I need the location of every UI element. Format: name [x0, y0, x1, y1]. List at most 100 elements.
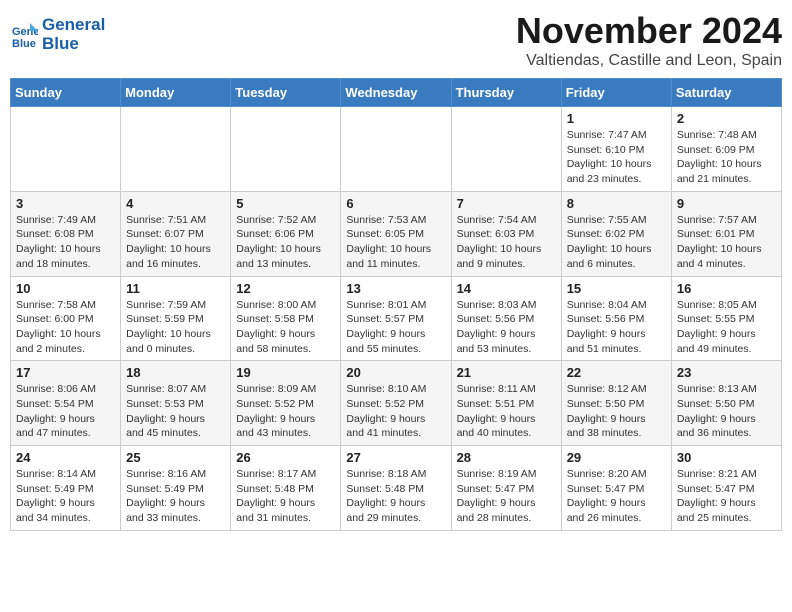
- calendar-cell: 10Sunrise: 7:58 AM Sunset: 6:00 PM Dayli…: [11, 276, 121, 361]
- day-number: 4: [126, 196, 225, 211]
- calendar-cell: 5 Sunrise: 7:52 AM Sunset: 6:06 PM Daylig…: [231, 191, 341, 276]
- month-title: November 2024: [516, 10, 782, 52]
- weekday-header-sunday: Sunday: [11, 79, 121, 107]
- calendar-week-row: 17 Sunrise: 8:06 AM Sunset: 5:54 PM Dayli…: [11, 361, 782, 446]
- day-number: 20: [346, 365, 445, 380]
- day-number: 17: [16, 365, 115, 380]
- calendar-cell: 15 Sunrise: 8:04 AM Sunset: 5:56 PM Dayli…: [561, 276, 671, 361]
- calendar-cell: 6Sunrise: 7:53 AM Sunset: 6:05 PM Daylig…: [341, 191, 451, 276]
- calendar-cell: 30 Sunrise: 8:21 AM Sunset: 5:47 PM Dayli…: [671, 446, 781, 531]
- weekday-header-tuesday: Tuesday: [231, 79, 341, 107]
- day-info: Sunrise: 7:57 AM Sunset: 6:01 PM Dayligh…: [677, 213, 776, 272]
- calendar-cell: [11, 107, 121, 192]
- calendar-table: SundayMondayTuesdayWednesdayThursdayFrid…: [10, 78, 782, 531]
- page-header: General Blue General Blue November 2024 …: [10, 10, 782, 70]
- calendar-cell: 11 Sunrise: 7:59 AM Sunset: 5:59 PM Dayli…: [121, 276, 231, 361]
- location: Valtiendas, Castille and Leon, Spain: [516, 52, 782, 70]
- day-info: Sunrise: 8:11 AM Sunset: 5:51 PM Dayligh…: [457, 382, 556, 441]
- calendar-week-row: 24 Sunrise: 8:14 AM Sunset: 5:49 PM Dayli…: [11, 446, 782, 531]
- day-number: 18: [126, 365, 225, 380]
- day-number: 30: [677, 450, 776, 465]
- day-info: Sunrise: 7:47 AM Sunset: 6:10 PM Dayligh…: [567, 128, 666, 187]
- day-number: 26: [236, 450, 335, 465]
- day-number: 14: [457, 281, 556, 296]
- calendar-cell: [231, 107, 341, 192]
- weekday-header-thursday: Thursday: [451, 79, 561, 107]
- day-number: 1: [567, 111, 666, 126]
- day-info: Sunrise: 7:52 AM Sunset: 6:06 PM Dayligh…: [236, 213, 335, 272]
- day-info: Sunrise: 8:21 AM Sunset: 5:47 PM Dayligh…: [677, 467, 776, 526]
- calendar-cell: 25Sunrise: 8:16 AM Sunset: 5:49 PM Dayli…: [121, 446, 231, 531]
- day-info: Sunrise: 8:13 AM Sunset: 5:50 PM Dayligh…: [677, 382, 776, 441]
- day-number: 22: [567, 365, 666, 380]
- logo-line1: General: [42, 16, 105, 35]
- calendar-cell: 2 Sunrise: 7:48 AM Sunset: 6:09 PM Daylig…: [671, 107, 781, 192]
- day-number: 3: [16, 196, 115, 211]
- calendar-week-row: 10Sunrise: 7:58 AM Sunset: 6:00 PM Dayli…: [11, 276, 782, 361]
- day-info: Sunrise: 8:19 AM Sunset: 5:47 PM Dayligh…: [457, 467, 556, 526]
- calendar-cell: 17 Sunrise: 8:06 AM Sunset: 5:54 PM Dayli…: [11, 361, 121, 446]
- day-number: 28: [457, 450, 556, 465]
- day-info: Sunrise: 8:06 AM Sunset: 5:54 PM Dayligh…: [16, 382, 115, 441]
- day-info: Sunrise: 7:59 AM Sunset: 5:59 PM Dayligh…: [126, 298, 225, 357]
- day-number: 21: [457, 365, 556, 380]
- calendar-cell: 20Sunrise: 8:10 AM Sunset: 5:52 PM Dayli…: [341, 361, 451, 446]
- day-number: 5: [236, 196, 335, 211]
- day-info: Sunrise: 8:03 AM Sunset: 5:56 PM Dayligh…: [457, 298, 556, 357]
- calendar-cell: 1 Sunrise: 7:47 AM Sunset: 6:10 PM Daylig…: [561, 107, 671, 192]
- day-number: 29: [567, 450, 666, 465]
- day-number: 12: [236, 281, 335, 296]
- calendar-cell: 21 Sunrise: 8:11 AM Sunset: 5:51 PM Dayli…: [451, 361, 561, 446]
- calendar-cell: 16Sunrise: 8:05 AM Sunset: 5:55 PM Dayli…: [671, 276, 781, 361]
- day-number: 13: [346, 281, 445, 296]
- weekday-header-monday: Monday: [121, 79, 231, 107]
- day-info: Sunrise: 7:48 AM Sunset: 6:09 PM Dayligh…: [677, 128, 776, 187]
- calendar-cell: [121, 107, 231, 192]
- logo-icon: General Blue: [10, 21, 38, 49]
- day-info: Sunrise: 8:09 AM Sunset: 5:52 PM Dayligh…: [236, 382, 335, 441]
- day-info: Sunrise: 7:49 AM Sunset: 6:08 PM Dayligh…: [16, 213, 115, 272]
- calendar-cell: 23Sunrise: 8:13 AM Sunset: 5:50 PM Dayli…: [671, 361, 781, 446]
- day-number: 9: [677, 196, 776, 211]
- day-info: Sunrise: 7:53 AM Sunset: 6:05 PM Dayligh…: [346, 213, 445, 272]
- calendar-cell: 26Sunrise: 8:17 AM Sunset: 5:48 PM Dayli…: [231, 446, 341, 531]
- calendar-cell: 24 Sunrise: 8:14 AM Sunset: 5:49 PM Dayli…: [11, 446, 121, 531]
- day-info: Sunrise: 8:05 AM Sunset: 5:55 PM Dayligh…: [677, 298, 776, 357]
- day-info: Sunrise: 8:20 AM Sunset: 5:47 PM Dayligh…: [567, 467, 666, 526]
- weekday-header-saturday: Saturday: [671, 79, 781, 107]
- calendar-cell: 3 Sunrise: 7:49 AM Sunset: 6:08 PM Daylig…: [11, 191, 121, 276]
- day-info: Sunrise: 8:12 AM Sunset: 5:50 PM Dayligh…: [567, 382, 666, 441]
- calendar-cell: 28 Sunrise: 8:19 AM Sunset: 5:47 PM Dayli…: [451, 446, 561, 531]
- weekday-header-row: SundayMondayTuesdayWednesdayThursdayFrid…: [11, 79, 782, 107]
- day-info: Sunrise: 8:04 AM Sunset: 5:56 PM Dayligh…: [567, 298, 666, 357]
- day-number: 19: [236, 365, 335, 380]
- calendar-cell: 19 Sunrise: 8:09 AM Sunset: 5:52 PM Dayli…: [231, 361, 341, 446]
- day-number: 2: [677, 111, 776, 126]
- day-info: Sunrise: 7:58 AM Sunset: 6:00 PM Dayligh…: [16, 298, 115, 357]
- calendar-cell: 13 Sunrise: 8:01 AM Sunset: 5:57 PM Dayli…: [341, 276, 451, 361]
- calendar-cell: 29 Sunrise: 8:20 AM Sunset: 5:47 PM Dayli…: [561, 446, 671, 531]
- calendar-cell: 8 Sunrise: 7:55 AM Sunset: 6:02 PM Daylig…: [561, 191, 671, 276]
- calendar-cell: 27Sunrise: 8:18 AM Sunset: 5:48 PM Dayli…: [341, 446, 451, 531]
- calendar-week-row: 1 Sunrise: 7:47 AM Sunset: 6:10 PM Daylig…: [11, 107, 782, 192]
- weekday-header-wednesday: Wednesday: [341, 79, 451, 107]
- calendar-cell: [451, 107, 561, 192]
- day-number: 15: [567, 281, 666, 296]
- day-info: Sunrise: 8:14 AM Sunset: 5:49 PM Dayligh…: [16, 467, 115, 526]
- day-info: Sunrise: 7:55 AM Sunset: 6:02 PM Dayligh…: [567, 213, 666, 272]
- day-number: 24: [16, 450, 115, 465]
- calendar-cell: 4Sunrise: 7:51 AM Sunset: 6:07 PM Daylig…: [121, 191, 231, 276]
- day-info: Sunrise: 7:54 AM Sunset: 6:03 PM Dayligh…: [457, 213, 556, 272]
- day-number: 11: [126, 281, 225, 296]
- logo-line2: Blue: [42, 35, 105, 54]
- calendar-cell: 7Sunrise: 7:54 AM Sunset: 6:03 PM Daylig…: [451, 191, 561, 276]
- day-number: 25: [126, 450, 225, 465]
- calendar-cell: 22 Sunrise: 8:12 AM Sunset: 5:50 PM Dayli…: [561, 361, 671, 446]
- day-info: Sunrise: 8:01 AM Sunset: 5:57 PM Dayligh…: [346, 298, 445, 357]
- calendar-cell: 18Sunrise: 8:07 AM Sunset: 5:53 PM Dayli…: [121, 361, 231, 446]
- calendar-cell: [341, 107, 451, 192]
- calendar-week-row: 3 Sunrise: 7:49 AM Sunset: 6:08 PM Daylig…: [11, 191, 782, 276]
- day-number: 27: [346, 450, 445, 465]
- weekday-header-friday: Friday: [561, 79, 671, 107]
- day-number: 8: [567, 196, 666, 211]
